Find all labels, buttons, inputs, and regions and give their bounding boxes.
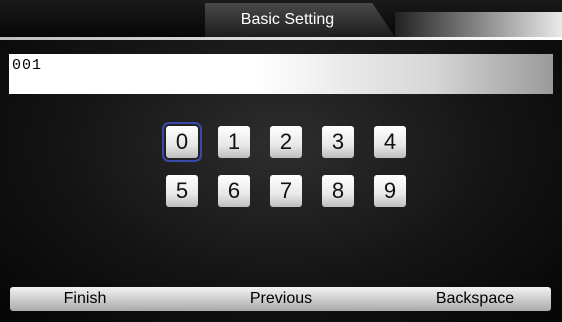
previous-button[interactable]: Previous: [206, 287, 356, 311]
key-5[interactable]: 5: [166, 175, 198, 207]
key-6[interactable]: 6: [218, 175, 250, 207]
backspace-button[interactable]: Backspace: [400, 287, 550, 311]
key-4[interactable]: 4: [374, 126, 406, 158]
finish-button[interactable]: Finish: [10, 287, 160, 311]
key-8[interactable]: 8: [322, 175, 354, 207]
key-3[interactable]: 3: [322, 126, 354, 158]
key-1[interactable]: 1: [218, 126, 250, 158]
page-title: Basic Setting: [240, 11, 335, 28]
code-input-value: 001: [12, 57, 43, 74]
key-9[interactable]: 9: [374, 175, 406, 207]
screen-background: [0, 0, 562, 322]
key-2[interactable]: 2: [270, 126, 302, 158]
code-input-field[interactable]: 001: [9, 54, 553, 94]
key-7[interactable]: 7: [270, 175, 302, 207]
key-0[interactable]: 0: [162, 122, 202, 162]
title-bar: Basic Setting: [0, 0, 562, 40]
title-divider: [0, 37, 562, 40]
title-bar-highlight: [395, 12, 562, 37]
